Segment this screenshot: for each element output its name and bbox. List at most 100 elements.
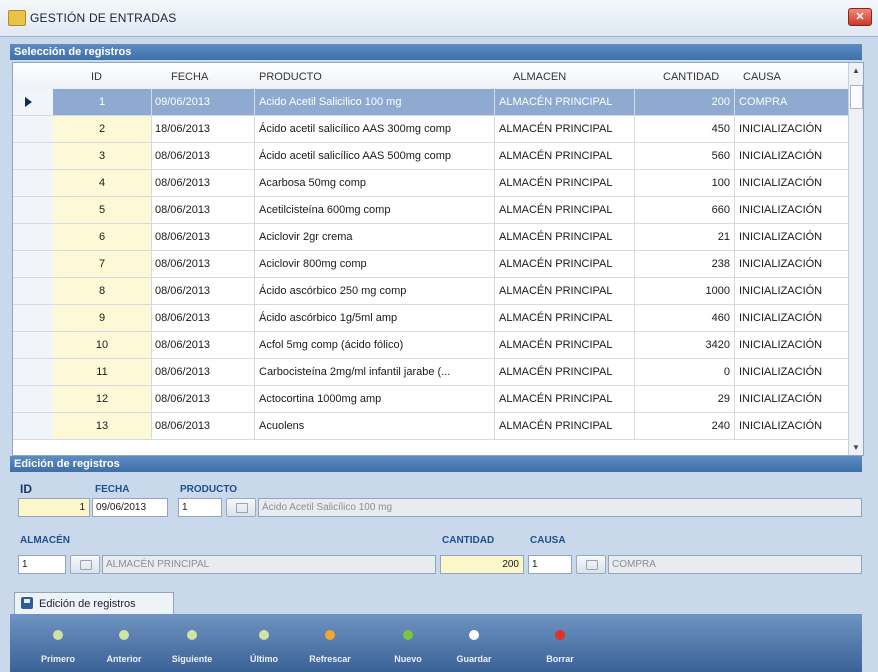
column-header-almacen[interactable]: ALMACEN — [513, 71, 566, 83]
cell-fecha[interactable]: 08/06/2013 — [151, 305, 255, 331]
table-row[interactable]: 8 08/06/2013 Ácido ascórbico 250 mg comp AL… — [13, 278, 849, 305]
column-header-producto[interactable]: PRODUCTO — [259, 71, 322, 83]
table-row[interactable]: 12 08/06/2013 Actocortina 1000mg amp ALMACÉ… — [13, 386, 849, 413]
cell-almacen[interactable]: ALMACÉN PRINCIPAL — [495, 89, 635, 115]
cell-cantidad[interactable]: 200 — [635, 89, 735, 115]
cell-id[interactable]: 4 — [53, 170, 152, 196]
cell-id[interactable]: 5 — [53, 197, 152, 223]
table-row[interactable]: 6 08/06/2013 Aciclovir 2gr crema ALMACÉN PR… — [13, 224, 849, 251]
causa-id-field[interactable]: 1 — [528, 555, 572, 574]
almacen-id-field[interactable]: 1 — [18, 555, 66, 574]
almacen-lookup-button[interactable] — [70, 555, 100, 574]
cell-fecha[interactable]: 08/06/2013 — [151, 251, 255, 277]
cell-almacen[interactable]: ALMACÉN PRINCIPAL — [495, 386, 635, 412]
cell-almacen[interactable]: ALMACÉN PRINCIPAL — [495, 116, 635, 142]
cell-almacen[interactable]: ALMACÉN PRINCIPAL — [495, 143, 635, 169]
close-button[interactable]: ✕ — [848, 8, 872, 26]
cell-fecha[interactable]: 09/06/2013 — [151, 89, 255, 115]
cell-id[interactable]: 10 — [53, 332, 152, 358]
cell-producto[interactable]: Actocortina 1000mg amp — [255, 386, 495, 412]
scroll-down-icon[interactable]: ▼ — [852, 443, 860, 452]
cell-almacen[interactable]: ALMACÉN PRINCIPAL — [495, 251, 635, 277]
cell-fecha[interactable]: 08/06/2013 — [151, 386, 255, 412]
scroll-up-icon[interactable]: ▲ — [852, 66, 860, 75]
cell-id[interactable]: 13 — [53, 413, 152, 439]
cell-causa[interactable]: INICIALIZACIÓN — [735, 305, 849, 331]
cell-causa[interactable]: COMPRA — [735, 89, 849, 115]
column-header-cantidad[interactable]: CANTIDAD — [663, 71, 719, 83]
row-indicator[interactable] — [13, 224, 54, 250]
cell-id[interactable]: 9 — [53, 305, 152, 331]
cell-causa[interactable]: INICIALIZACIÓN — [735, 224, 849, 250]
table-row[interactable]: 10 08/06/2013 Acfol 5mg comp (ácido fólico… — [13, 332, 849, 359]
table-row[interactable]: 2 18/06/2013 Ácido acetil salicílico AAS 3… — [13, 116, 849, 143]
cell-cantidad[interactable]: 0 — [635, 359, 735, 385]
cell-almacen[interactable]: ALMACÉN PRINCIPAL — [495, 413, 635, 439]
cell-causa[interactable]: INICIALIZACIÓN — [735, 170, 849, 196]
row-indicator[interactable] — [13, 116, 54, 142]
cell-almacen[interactable]: ALMACÉN PRINCIPAL — [495, 278, 635, 304]
row-indicator[interactable] — [13, 386, 54, 412]
refrescar-button[interactable]: Refrescar — [298, 614, 362, 672]
cell-fecha[interactable]: 08/06/2013 — [151, 278, 255, 304]
cell-almacen[interactable]: ALMACÉN PRINCIPAL — [495, 332, 635, 358]
row-indicator[interactable] — [13, 170, 54, 196]
row-indicator[interactable] — [13, 251, 54, 277]
row-indicator[interactable] — [13, 332, 54, 358]
row-indicator[interactable] — [13, 197, 54, 223]
cell-fecha[interactable]: 08/06/2013 — [151, 224, 255, 250]
cell-cantidad[interactable]: 3420 — [635, 332, 735, 358]
cell-producto[interactable]: Ácido ascórbico 1g/5ml amp — [255, 305, 495, 331]
cell-fecha[interactable]: 08/06/2013 — [151, 143, 255, 169]
cell-id[interactable]: 7 — [53, 251, 152, 277]
siguiente-button[interactable]: Siguiente — [160, 614, 224, 672]
cell-fecha[interactable]: 08/06/2013 — [151, 170, 255, 196]
cell-id[interactable]: 2 — [53, 116, 152, 142]
anterior-button[interactable]: Anterior — [92, 614, 156, 672]
causa-lookup-button[interactable] — [576, 555, 606, 574]
guardar-button[interactable]: Guardar — [442, 614, 506, 672]
primero-button[interactable]: Primero — [26, 614, 90, 672]
cell-causa[interactable]: INICIALIZACIÓN — [735, 197, 849, 223]
cell-fecha[interactable]: 08/06/2013 — [151, 413, 255, 439]
cell-producto[interactable]: Ácido acetil salicílico AAS 300mg comp — [255, 116, 495, 142]
cell-cantidad[interactable]: 21 — [635, 224, 735, 250]
cell-id[interactable]: 8 — [53, 278, 152, 304]
cell-id[interactable]: 3 — [53, 143, 152, 169]
vertical-scrollbar[interactable]: ▲ ▼ — [848, 63, 863, 455]
row-indicator[interactable] — [13, 143, 54, 169]
table-row[interactable]: 9 08/06/2013 Ácido ascórbico 1g/5ml amp ALM… — [13, 305, 849, 332]
fecha-field[interactable]: 09/06/2013 — [92, 498, 168, 517]
cell-causa[interactable]: INICIALIZACIÓN — [735, 116, 849, 142]
cell-causa[interactable]: INICIALIZACIÓN — [735, 413, 849, 439]
tab-edicion-registros[interactable]: Edición de registros — [14, 592, 174, 614]
cell-causa[interactable]: INICIALIZACIÓN — [735, 143, 849, 169]
table-row[interactable]: 7 08/06/2013 Aciclovir 800mg comp ALMACÉN P… — [13, 251, 849, 278]
cell-cantidad[interactable]: 240 — [635, 413, 735, 439]
cell-causa[interactable]: INICIALIZACIÓN — [735, 278, 849, 304]
cell-causa[interactable]: INICIALIZACIÓN — [735, 332, 849, 358]
cell-producto[interactable]: Acarbosa 50mg comp — [255, 170, 495, 196]
cell-fecha[interactable]: 18/06/2013 — [151, 116, 255, 142]
cell-id[interactable]: 6 — [53, 224, 152, 250]
cell-almacen[interactable]: ALMACÉN PRINCIPAL — [495, 224, 635, 250]
row-indicator[interactable] — [13, 89, 54, 115]
cell-causa[interactable]: INICIALIZACIÓN — [735, 386, 849, 412]
cell-producto[interactable]: Aciclovir 2gr crema — [255, 224, 495, 250]
row-indicator[interactable] — [13, 359, 54, 385]
cell-producto[interactable]: Acido Acetil Salicilico 100 mg — [255, 89, 495, 115]
cell-producto[interactable]: Carbocisteína 2mg/ml infantil jarabe (..… — [255, 359, 495, 385]
table-row[interactable]: 1 09/06/2013 Acido Acetil Salicilico 100 m… — [13, 89, 849, 116]
table-row[interactable]: 4 08/06/2013 Acarbosa 50mg comp ALMACÉN PRI… — [13, 170, 849, 197]
column-header-id[interactable]: ID — [91, 71, 102, 83]
cell-cantidad[interactable]: 1000 — [635, 278, 735, 304]
cell-cantidad[interactable]: 238 — [635, 251, 735, 277]
cell-cantidad[interactable]: 29 — [635, 386, 735, 412]
cell-cantidad[interactable]: 460 — [635, 305, 735, 331]
cell-producto[interactable]: Ácido acetil salicílico AAS 500mg comp — [255, 143, 495, 169]
cell-id[interactable]: 11 — [53, 359, 152, 385]
cell-id[interactable]: 1 — [53, 89, 152, 115]
cell-almacen[interactable]: ALMACÉN PRINCIPAL — [495, 359, 635, 385]
nuevo-button[interactable]: Nuevo — [376, 614, 440, 672]
row-indicator[interactable] — [13, 305, 54, 331]
